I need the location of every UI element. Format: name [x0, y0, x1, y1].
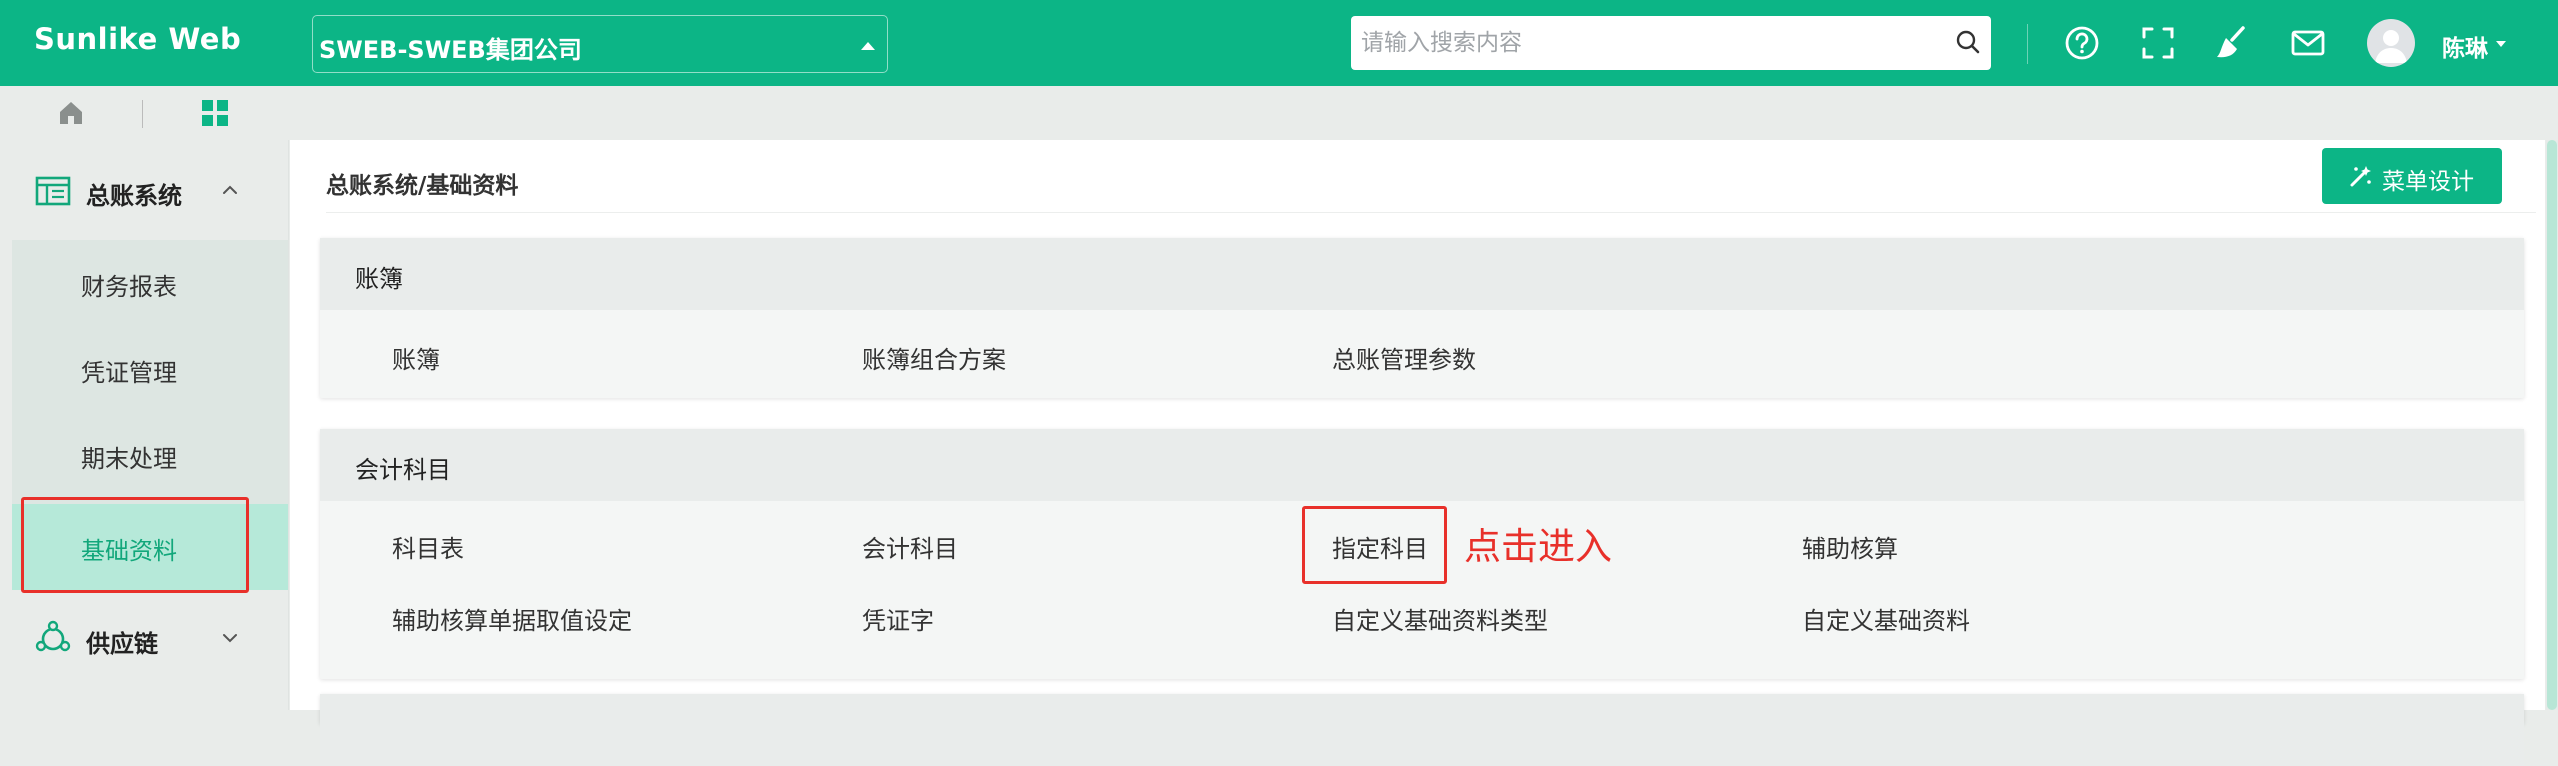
mail-icon[interactable] [2288, 23, 2328, 63]
panel-ledgers: 账簿 账簿 账簿组合方案 总账管理参数 [320, 238, 2524, 398]
search-input[interactable] [1351, 16, 1991, 70]
sidebar-item-financial-reports[interactable]: 财务报表 [12, 240, 288, 326]
help-icon[interactable] [2062, 23, 2102, 63]
caret-up-icon [861, 42, 875, 50]
home-icon[interactable] [56, 98, 86, 128]
sidebar-section-ledger-label: 总账系统 [86, 182, 182, 210]
chevron-up-icon[interactable] [220, 180, 240, 200]
sidebar: 总账系统 财务报表 凭证管理 期末处理 基础资料 供应链 [0, 140, 289, 710]
link-accounting-subjects[interactable]: 会计科目 [862, 529, 958, 564]
menu-design-button[interactable]: 菜单设计 [2322, 148, 2502, 204]
link-custom-data[interactable]: 自定义基础资料 [1802, 601, 1970, 636]
link-gl-parameters[interactable]: 总账管理参数 [1332, 340, 1476, 375]
fullscreen-icon[interactable] [2138, 23, 2178, 63]
top-header: Sunlike Web SWEB-SWEB集团公司 陈琳 [0, 0, 2558, 86]
user-avatar-icon [2375, 30, 2407, 63]
apps-grid-icon[interactable] [200, 98, 230, 128]
header-divider [2027, 24, 2028, 64]
sidebar-section-ledger[interactable]: 总账系统 [0, 140, 288, 240]
panel-header [320, 694, 2524, 766]
link-ledger[interactable]: 账簿 [392, 340, 440, 375]
company-select[interactable]: SWEB-SWEB集团公司 [312, 15, 888, 73]
main-content: 总账系统/基础资料 菜单设计 账簿 账簿 账簿组合方案 总账管理参数 会计科目 … [290, 140, 2545, 766]
sidebar-section-supply-chain[interactable]: 供应链 [0, 590, 288, 690]
panel-title: 账簿 [355, 265, 403, 293]
sidebar-item-label: 财务报表 [81, 273, 177, 301]
link-chart-of-accounts[interactable]: 科目表 [392, 529, 464, 564]
menu-design-label: 菜单设计 [2382, 168, 2474, 194]
annotation-text: 点击进入 [1464, 525, 1612, 568]
panel-partial [320, 694, 2524, 766]
panel-title: 会计科目 [355, 456, 451, 484]
highlight-box-basic-data [21, 497, 249, 593]
breadcrumb-divider [326, 212, 2536, 213]
toolbar-divider [142, 100, 143, 128]
user-name[interactable]: 陈琳 [2442, 29, 2488, 63]
avatar[interactable] [2367, 19, 2415, 67]
link-auxiliary-accounting[interactable]: 辅助核算 [1802, 529, 1898, 564]
clear-cache-icon[interactable] [2212, 23, 2252, 63]
link-custom-data-type[interactable]: 自定义基础资料类型 [1332, 601, 1548, 636]
design-wand-icon [2350, 166, 2371, 187]
ledger-icon [35, 176, 71, 206]
sidebar-item-voucher-management[interactable]: 凭证管理 [12, 326, 288, 412]
company-select-value: SWEB-SWEB集团公司 [319, 36, 582, 64]
chevron-down-icon[interactable] [220, 628, 240, 648]
link-voucher-type[interactable]: 凭证字 [862, 601, 934, 636]
sidebar-item-period-end[interactable]: 期末处理 [12, 412, 288, 498]
search-icon[interactable] [1954, 28, 1982, 56]
sidebar-item-label: 凭证管理 [81, 359, 177, 387]
breadcrumb: 总账系统/基础资料 [326, 173, 519, 199]
quick-toolbar [0, 86, 2558, 140]
highlight-box-designated-subjects [1302, 506, 1447, 584]
sidebar-item-label: 期末处理 [81, 445, 177, 473]
scrollbar-thumb[interactable] [2547, 140, 2557, 710]
supply-chain-icon [35, 620, 71, 652]
brand-logo: Sunlike Web [34, 22, 242, 56]
link-aux-document-settings[interactable]: 辅助核算单据取值设定 [392, 601, 632, 636]
link-ledger-combination[interactable]: 账簿组合方案 [862, 340, 1006, 375]
panel-header: 账簿 [320, 238, 2524, 310]
panel-header: 会计科目 [320, 429, 2524, 501]
caret-down-icon[interactable] [2496, 41, 2506, 47]
sidebar-section-supply-chain-label: 供应链 [86, 630, 158, 658]
